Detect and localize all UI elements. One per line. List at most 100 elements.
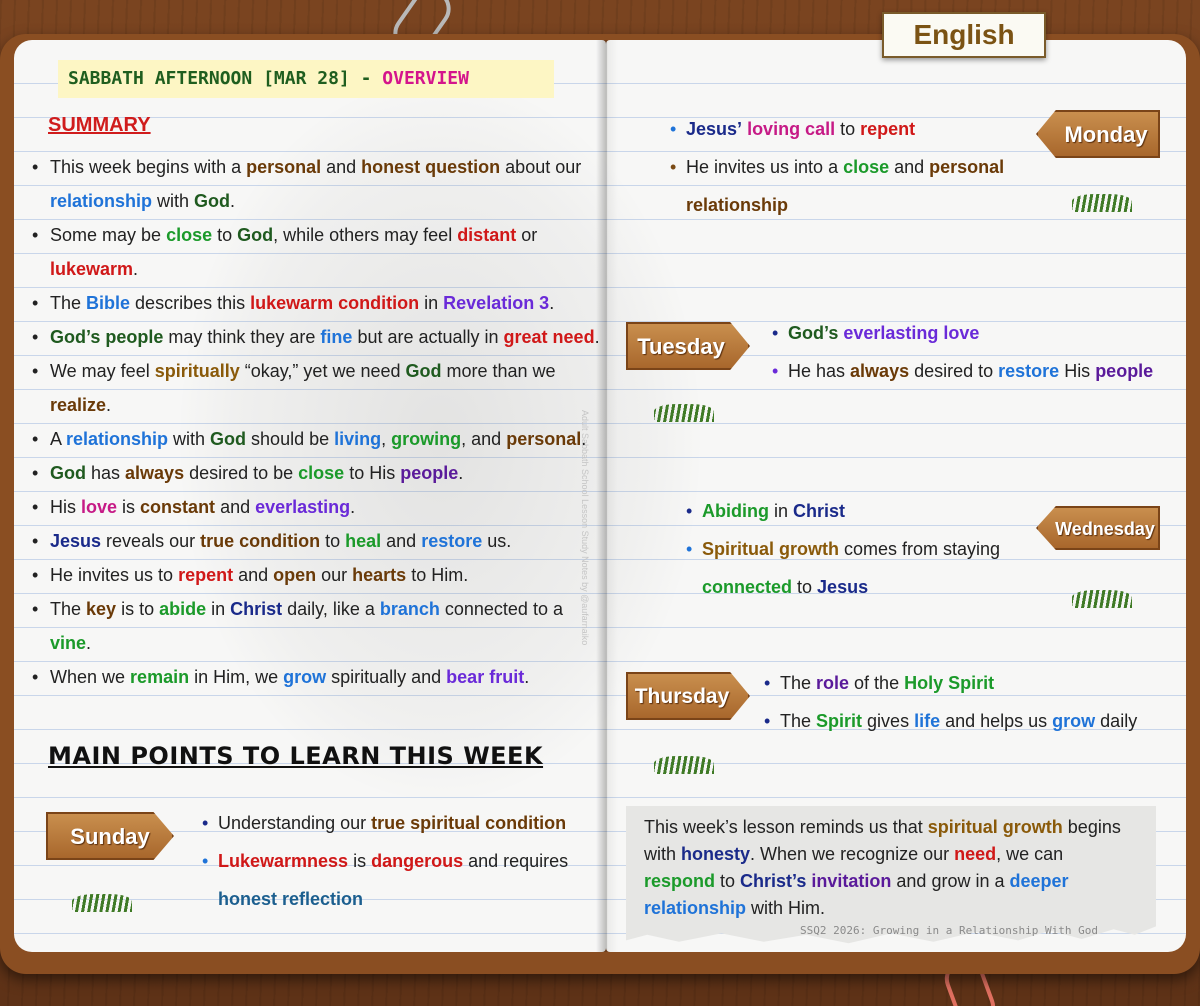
highlighted-term: relationship xyxy=(50,191,153,211)
highlighted-term: close xyxy=(166,225,213,245)
tuesday-point: God’s everlasting love xyxy=(770,314,1160,352)
highlighted-term: honest reflection xyxy=(218,889,364,909)
highlighted-term: God’s xyxy=(788,323,839,343)
highlighted-term: Abiding xyxy=(702,501,769,521)
highlighted-term: always xyxy=(850,361,910,381)
tuesday-label: Tuesday xyxy=(637,334,725,359)
highlighted-term: grow xyxy=(283,667,327,687)
highlighted-term: God xyxy=(210,429,247,449)
highlighted-term: God xyxy=(405,361,442,381)
highlighted-term: life xyxy=(914,711,941,731)
highlighted-term: people xyxy=(1095,361,1154,381)
highlighted-term: honest question xyxy=(361,157,501,177)
sunday-sign-board: Sunday xyxy=(46,812,174,860)
highlighted-term: everlasting love xyxy=(843,323,980,343)
highlighted-term: invitation xyxy=(811,871,892,891)
highlighted-term: God xyxy=(194,191,231,211)
highlighted-term: relationship xyxy=(66,429,169,449)
monday-point: Jesus’ loving call to repent xyxy=(668,110,1028,148)
highlighted-term: remain xyxy=(130,667,190,687)
thursday-sign: Thursday xyxy=(626,668,752,774)
highlighted-term: restore xyxy=(998,361,1060,381)
wednesday-points: Abiding in ChristSpiritual growth comes … xyxy=(684,492,1030,606)
highlighted-term: constant xyxy=(140,497,216,517)
highlighted-term: Bible xyxy=(86,293,131,313)
highlighted-term: always xyxy=(125,463,185,483)
thursday-label: Thursday xyxy=(634,685,730,708)
sunday-label: Sunday xyxy=(70,824,150,849)
summary-item: When we remain in Him, we grow spiritual… xyxy=(30,660,604,694)
grass-icon xyxy=(654,404,714,422)
summary-item: Jesus reveals our true condition to heal… xyxy=(30,524,604,558)
tuesday-sign-board: Tuesday xyxy=(626,322,750,370)
highlighted-term: abide xyxy=(159,599,207,619)
page-header: SABBATH AFTERNOON [MAR 28] - OVERVIEW xyxy=(58,60,554,98)
highlighted-term: living xyxy=(334,429,382,449)
highlighted-term: true condition xyxy=(200,531,321,551)
language-tab[interactable]: English xyxy=(882,12,1046,58)
highlighted-term: repent xyxy=(178,565,234,585)
summary-item: This week begins with a personal and hon… xyxy=(30,150,604,218)
highlighted-term: personal xyxy=(246,157,322,177)
highlighted-term: Spiritual growth xyxy=(702,539,839,559)
wednesday-point: Spiritual growth comes from staying conn… xyxy=(684,530,1030,606)
highlighted-term: Jesus xyxy=(50,531,102,551)
grass-icon xyxy=(72,894,132,912)
thursday-points: The role of the Holy SpiritThe Spirit gi… xyxy=(762,664,1152,740)
sunday-sign: Sunday xyxy=(46,804,186,912)
highlighted-term: growing xyxy=(391,429,462,449)
highlighted-term: realize xyxy=(50,395,107,415)
highlighted-term: God xyxy=(50,463,86,483)
highlighted-term: Holy Spirit xyxy=(904,673,995,693)
summary-item: His love is constant and everlasting. xyxy=(30,490,604,524)
highlighted-term: restore xyxy=(421,531,483,551)
highlighted-term: Spirit xyxy=(816,711,863,731)
wednesday-point: Abiding in Christ xyxy=(684,492,1030,530)
summary-item: God’s people may think they are fine but… xyxy=(30,320,604,354)
highlighted-term: distant xyxy=(457,225,517,245)
footer-credit: SSQ2 2026: Growing in a Relationship Wit… xyxy=(800,924,1099,937)
highlighted-term: great need xyxy=(503,327,595,347)
grass-icon xyxy=(1072,590,1132,608)
highlighted-term: Jesus xyxy=(817,577,869,597)
highlighted-term: love xyxy=(81,497,118,517)
tuesday-sign: Tuesday xyxy=(626,318,752,422)
tuesday-point: He has always desired to restore His peo… xyxy=(770,352,1160,390)
highlighted-term: spiritual growth xyxy=(927,817,1063,837)
thursday-sign-board: Thursday xyxy=(626,672,750,720)
header-title: SABBATH AFTERNOON [MAR 28] - xyxy=(68,68,383,89)
highlighted-term: need xyxy=(954,844,997,864)
summary-list: This week begins with a personal and hon… xyxy=(30,150,604,694)
conclusion-text: This week’s lesson reminds us that spiri… xyxy=(644,817,1121,918)
highlighted-term: personal xyxy=(506,429,582,449)
monday-sign: Monday xyxy=(1036,102,1160,212)
tuesday-points: God’s everlasting loveHe has always desi… xyxy=(770,314,1160,390)
sunday-points: Understanding our true spiritual conditi… xyxy=(200,804,600,918)
highlighted-term: open xyxy=(273,565,317,585)
highlighted-term: grow xyxy=(1052,711,1096,731)
thursday-point: The Spirit gives life and helps us grow … xyxy=(762,702,1152,740)
sunday-point: Lukewarmness is dangerous and requires h… xyxy=(200,842,600,918)
highlighted-term: honesty xyxy=(681,844,751,864)
summary-item: The key is to abide in Christ daily, lik… xyxy=(30,592,604,660)
summary-item: He invites us to repent and open our hea… xyxy=(30,558,604,592)
wednesday-sign: Wednesday xyxy=(1036,498,1160,608)
highlighted-term: connected xyxy=(702,577,793,597)
grass-icon xyxy=(654,756,714,774)
highlighted-term: people xyxy=(400,463,459,483)
summary-item: The Bible describes this lukewarm condit… xyxy=(30,286,604,320)
highlighted-term: branch xyxy=(379,599,440,619)
highlighted-term: Christ xyxy=(793,501,846,521)
highlighted-term: everlasting xyxy=(255,497,351,517)
highlighted-term: true spiritual condition xyxy=(371,813,567,833)
summary-item: We may feel spiritually “okay,” yet we n… xyxy=(30,354,604,422)
header-overview: OVERVIEW xyxy=(382,68,469,89)
highlighted-term: Jesus’ xyxy=(686,119,743,139)
highlighted-term: God’s people xyxy=(50,327,164,347)
highlighted-term: hearts xyxy=(352,565,407,585)
highlighted-term: key xyxy=(86,599,117,619)
highlighted-term: close xyxy=(843,157,890,177)
summary-item: God has always desired to be close to Hi… xyxy=(30,456,604,490)
sunday-point: Understanding our true spiritual conditi… xyxy=(200,804,600,842)
summary-item: Some may be close to God, while others m… xyxy=(30,218,604,286)
